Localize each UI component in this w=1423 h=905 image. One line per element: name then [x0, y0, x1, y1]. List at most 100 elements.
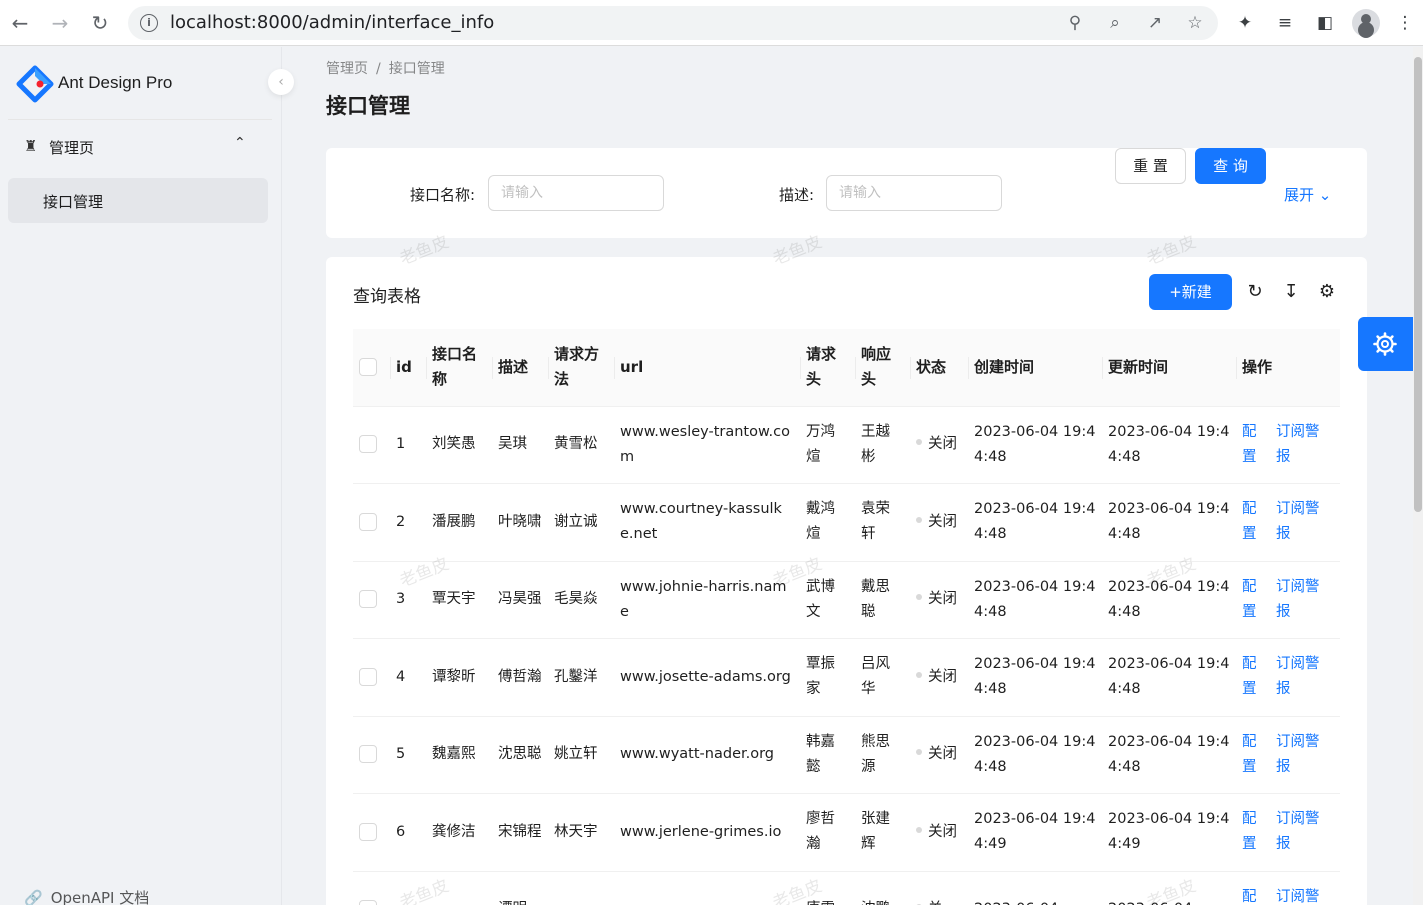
reload-icon[interactable]: ↻ — [88, 11, 112, 35]
cell-actions: 配置订阅警报 — [1236, 793, 1340, 872]
table-title: 查询表格 — [353, 287, 421, 307]
cell-request-header: 韩嘉懿 — [800, 716, 855, 794]
subscribe-alert-link[interactable]: 订阅警报 — [1276, 730, 1326, 780]
subscribe-alert-link[interactable]: 订阅警报 — [1276, 885, 1326, 905]
row-checkbox[interactable] — [359, 435, 377, 454]
row-checkbox[interactable] — [359, 822, 377, 841]
settings-drawer-button[interactable] — [1358, 317, 1413, 371]
column-header-url[interactable]: url — [614, 329, 800, 407]
config-link[interactable]: 配置 — [1242, 497, 1260, 547]
column-header-name[interactable]: 接口名称 — [426, 329, 492, 407]
column-header-id[interactable]: id — [390, 329, 426, 407]
cell-id: 3 — [390, 561, 426, 639]
crown-icon: ♜ — [24, 137, 38, 155]
page-scrollbar[interactable] — [1413, 47, 1423, 905]
collapse-sider-icon[interactable]: ‹ — [268, 69, 294, 95]
address-bar[interactable]: i localhost:8000/admin/interface_info ⚲ … — [128, 6, 1218, 40]
zoom-icon[interactable]: ⌕ — [1105, 13, 1125, 33]
expand-toggle[interactable]: 展开 ⌄ — [1284, 184, 1331, 205]
side-panel-icon[interactable]: ◧ — [1314, 12, 1336, 34]
table-body: 1 刘笑愚 吴琪 黄雪松 www.wesley-trantow.com 万鸿煊 王越彬 关闭 2… — [353, 406, 1340, 905]
extensions-icon[interactable]: ✦ — [1234, 12, 1256, 34]
sidebar-group-admin[interactable]: ♜ 管理页 ⌃ — [8, 127, 270, 167]
column-settings-icon[interactable]: ⚙ — [1316, 281, 1338, 303]
bookmark-star-icon[interactable]: ☆ — [1185, 13, 1205, 33]
profile-avatar[interactable] — [1352, 9, 1380, 37]
breadcrumb-item-admin[interactable]: 管理页 — [326, 61, 368, 77]
share-icon[interactable]: ↗ — [1145, 13, 1165, 33]
column-header-method[interactable]: 请求方法 — [548, 329, 614, 407]
row-checkbox[interactable] — [359, 745, 377, 764]
cell-desc: 叶晓啸 — [492, 483, 548, 562]
config-link[interactable]: 配置 — [1242, 885, 1260, 905]
config-link[interactable]: 配置 — [1242, 807, 1260, 857]
scrollbar-thumb[interactable] — [1414, 57, 1422, 512]
name-label: 接口名称: — [410, 186, 476, 204]
column-header-created[interactable]: 创建时间 — [968, 329, 1102, 407]
config-link[interactable]: 配置 — [1242, 730, 1260, 780]
description-input[interactable] — [826, 175, 1002, 211]
forward-icon[interactable]: → — [48, 11, 72, 35]
sidebar-item-label: 接口管理 — [43, 193, 104, 211]
column-header-desc[interactable]: 描述 — [492, 329, 548, 407]
status-dot-icon — [916, 439, 922, 446]
subscribe-alert-link[interactable]: 订阅警报 — [1276, 807, 1326, 857]
column-header-request-header[interactable]: 请求头 — [800, 329, 855, 407]
column-header-response-header[interactable]: 响应头 — [855, 329, 910, 407]
back-icon[interactable]: ← — [8, 11, 32, 35]
url-text[interactable]: localhost:8000/admin/interface_info — [170, 12, 494, 33]
sidebar-item-interface-management[interactable]: 接口管理 — [8, 178, 268, 223]
cell-desc: 傅哲瀚 — [492, 638, 548, 717]
subscribe-alert-link[interactable]: 订阅警报 — [1276, 497, 1326, 547]
column-header-status[interactable]: 状态 — [910, 329, 968, 407]
row-checkbox[interactable] — [359, 512, 377, 531]
cell-name: 刘笑愚 — [426, 406, 492, 484]
cell-response-header: 沈鹏 — [855, 871, 910, 905]
reading-list-icon[interactable]: ≡ — [1274, 12, 1296, 34]
cell-method: 孔鑿洋 — [548, 638, 614, 717]
openapi-docs-link[interactable]: 🔗 OpenAPI 文档 — [24, 887, 149, 905]
breadcrumb-item-interface: 接口管理 — [388, 61, 445, 77]
config-link[interactable]: 配置 — [1242, 575, 1260, 625]
cell-updated: 2023-06-04 19:44:48 — [1102, 638, 1236, 717]
column-header-updated[interactable]: 更新时间 — [1102, 329, 1236, 407]
density-icon[interactable]: ↧ — [1280, 281, 1302, 303]
cell-response-header: 袁荣轩 — [855, 483, 910, 562]
browser-toolbar: ← → ↻ i localhost:8000/admin/interface_i… — [0, 0, 1423, 46]
new-button-label: 新建 — [1181, 283, 1212, 301]
cell-actions: 配置订阅警报 — [1236, 716, 1340, 794]
cell-status: 关闭 — [910, 561, 968, 639]
row-checkbox[interactable] — [359, 667, 377, 686]
column-header-actions: 操作 — [1236, 329, 1340, 407]
reload-table-icon[interactable]: ↻ — [1244, 281, 1266, 303]
subscribe-alert-link[interactable]: 订阅警报 — [1276, 420, 1326, 470]
row-checkbox[interactable] — [359, 590, 377, 609]
subscribe-alert-link[interactable]: 订阅警报 — [1276, 575, 1326, 625]
site-info-icon[interactable]: i — [140, 14, 158, 32]
row-select-cell — [353, 716, 390, 794]
cell-status: 关闭 — [910, 483, 968, 562]
interface-name-input[interactable] — [488, 175, 664, 211]
cell-actions: 配置订阅警报 — [1236, 638, 1340, 717]
config-link[interactable]: 配置 — [1242, 420, 1260, 470]
row-checkbox[interactable] — [359, 900, 377, 905]
brand-title[interactable]: Ant Design Pro — [58, 73, 172, 93]
cell-status: 关 — [910, 871, 968, 905]
cell-id — [390, 871, 426, 905]
more-menu-icon[interactable]: ⋮ — [1394, 12, 1416, 34]
cell-created: 2023-06-04 19:44:49 — [968, 793, 1102, 872]
subscribe-alert-link[interactable]: 订阅警报 — [1276, 652, 1326, 702]
reset-button[interactable]: 重 置 — [1115, 148, 1186, 184]
key-icon[interactable]: ⚲ — [1065, 13, 1085, 33]
select-all-checkbox[interactable] — [359, 358, 377, 377]
ant-design-logo-icon[interactable] — [16, 65, 54, 103]
sider-divider — [8, 119, 272, 120]
query-button[interactable]: 查 询 — [1195, 148, 1266, 184]
query-table-card: 查询表格 +新建 ↻ ↧ ⚙ id 接口名称 描述 请求方法 url 请求头 响… — [326, 257, 1367, 905]
status-dot-icon — [916, 826, 922, 833]
cell-url: www.jerlene-grimes.io — [614, 793, 800, 872]
cell-created: 2023-06-04 19:44:48 — [968, 716, 1102, 794]
cell-request-header: 万鸿煊 — [800, 406, 855, 484]
config-link[interactable]: 配置 — [1242, 652, 1260, 702]
new-button[interactable]: +新建 — [1149, 274, 1232, 310]
